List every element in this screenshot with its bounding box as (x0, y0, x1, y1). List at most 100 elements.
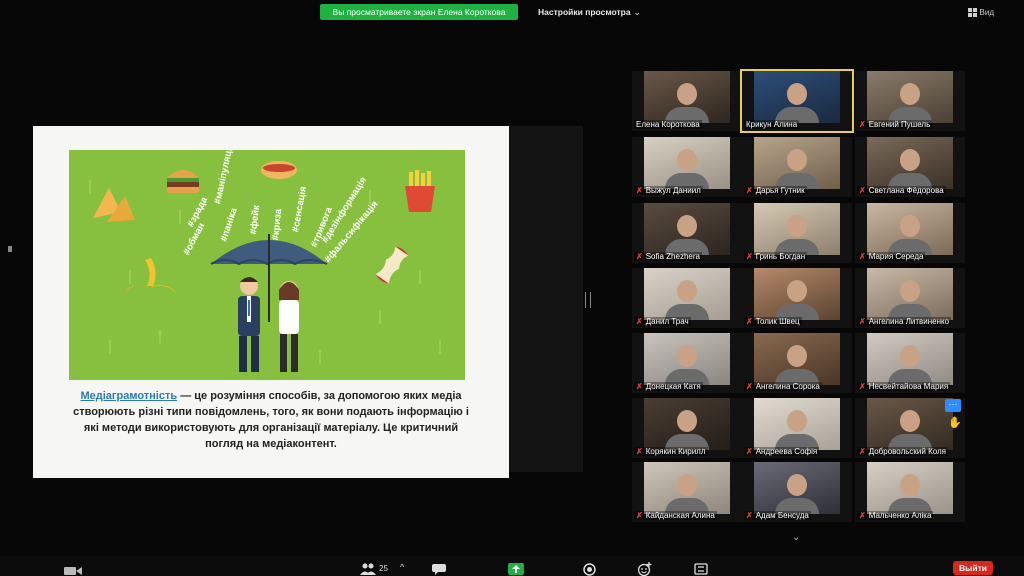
participant-video (867, 203, 953, 255)
participant-video (754, 462, 840, 514)
gallery-next-page-icon[interactable]: ⌄ (792, 532, 800, 543)
hashtag: #маніпуляція (212, 150, 236, 205)
participant-face (787, 345, 807, 367)
mic-muted-icon: ✗ (636, 186, 643, 195)
participant-face (677, 474, 697, 496)
participant-name: Толик Швец (755, 317, 800, 326)
participant-name: Sofia Zhezhera (645, 252, 700, 261)
participant-face (787, 215, 807, 237)
leave-meeting-button[interactable]: Выйти (953, 561, 993, 575)
participant-video (867, 137, 953, 189)
participant-face (900, 345, 920, 367)
participant-tile[interactable]: ✗ Адам Бенсуда (742, 462, 852, 522)
participant-name: Дарья Гутник (755, 186, 805, 195)
chevron-down-icon: ⌄ (633, 7, 641, 17)
participant-tile[interactable]: ✗ Мальченко Аліка (855, 462, 965, 522)
participant-name: Добровольский Коля (868, 447, 947, 456)
participant-tile[interactable]: ✗ Ангелина Литвиненко (855, 268, 965, 328)
participant-tile[interactable]: ✗ Толик Швец (742, 268, 852, 328)
participant-face (900, 280, 920, 302)
participant-face (787, 474, 807, 496)
screen-share-banner: Вы просматриваете экран Елена Короткова (320, 4, 518, 20)
more-icon[interactable] (694, 563, 708, 575)
participant-face (900, 149, 920, 171)
participant-video (754, 137, 840, 189)
participant-tile[interactable]: Елена Короткова (632, 71, 742, 131)
video-icon[interactable] (64, 566, 82, 576)
mic-muted-icon: ✗ (859, 120, 866, 129)
participant-tile[interactable]: ✗ Андреева Софія (742, 398, 852, 458)
mic-muted-icon: ✗ (859, 317, 866, 326)
raised-hand-icon: ✋ (948, 417, 962, 429)
participant-name: Кайданская Алина (645, 511, 715, 520)
participant-tile[interactable]: ✗ Гринь Богдан (742, 203, 852, 263)
participant-name-tag: ✗ Гринь Богдан (744, 252, 808, 261)
participant-name-tag: ✗ Адам Бенсуда (744, 511, 811, 520)
mic-muted-icon: ✗ (746, 252, 753, 261)
participant-name: Данил Трач (645, 317, 689, 326)
participant-name-tag: ✗ Ангелина Литвиненко (857, 317, 952, 326)
mouse-pointer-icon (8, 246, 12, 252)
participant-tile[interactable]: ✗ Дарья Гутник (742, 137, 852, 197)
presentation-slide: #обман #зрада #паніка #маніпуляція #фейк… (33, 126, 509, 478)
participant-name-tag: ✗ Мария Середа (857, 252, 926, 261)
chat-icon[interactable] (432, 564, 446, 575)
participant-name-tag: ✗ Выжул Даниил (634, 186, 703, 195)
participant-name: Корякин Кирилл (645, 447, 706, 456)
participant-name-tag: ✗ Андреева Софія (744, 447, 820, 456)
participant-tile[interactable]: ✗ Корякин Кирилл (632, 398, 742, 458)
participant-name: Ангелина Сорока (755, 382, 820, 391)
participant-video (867, 462, 953, 514)
participant-tile[interactable]: ✗ Мария Середа (855, 203, 965, 263)
share-screen-icon[interactable] (508, 563, 524, 575)
participant-tile[interactable]: ✗ Данил Трач (632, 268, 742, 328)
participant-tile[interactable]: ✗ Евгений Пушель (855, 71, 965, 131)
participant-face (677, 215, 697, 237)
participant-name: Несвейтайова Мария (868, 382, 949, 391)
participant-tile[interactable]: ✗ Выжул Даниил (632, 137, 742, 197)
participant-tile[interactable]: Крикун Алина (740, 69, 854, 133)
definition-term: Медіаграмотність (80, 390, 178, 402)
mic-muted-icon: ✗ (636, 447, 643, 456)
more-options-icon[interactable]: ··· (945, 399, 961, 412)
participant-face (787, 410, 807, 432)
participant-video (754, 398, 840, 450)
participant-name-tag: ✗ Донецкая Катя (634, 382, 703, 391)
participant-name-tag: ✗ Корякин Кирилл (634, 447, 708, 456)
participant-tile[interactable]: ✗ Донецкая Катя (632, 333, 742, 393)
participant-video (867, 268, 953, 320)
participant-tile[interactable]: ✗ Светлана Фёдорова (855, 137, 965, 197)
mic-muted-icon: ✗ (746, 382, 753, 391)
participant-name: Андреева Софія (755, 447, 818, 456)
participant-face (787, 280, 807, 302)
banana-peel-icon (125, 258, 177, 294)
participant-face (900, 410, 920, 432)
participant-name: Адам Бенсуда (755, 511, 809, 520)
split-view-handle[interactable] (585, 292, 591, 308)
participant-tile[interactable]: ✗ Sofia Zhezhera (632, 203, 742, 263)
participant-video (644, 398, 730, 450)
participant-video (867, 398, 953, 450)
record-icon[interactable] (583, 563, 596, 576)
participants-icon[interactable] (360, 563, 376, 575)
mic-muted-icon: ✗ (636, 511, 643, 520)
participant-video (644, 462, 730, 514)
participant-face (677, 149, 697, 171)
participant-video (754, 71, 840, 123)
participant-name: Гринь Богдан (755, 252, 806, 261)
participant-name: Евгений Пушель (868, 120, 931, 129)
mic-muted-icon: ✗ (636, 252, 643, 261)
fries-icon (405, 170, 435, 212)
participants-chevron-icon[interactable]: ^ (400, 562, 404, 572)
participant-tile[interactable]: ✗ Кайданская Алина (632, 462, 742, 522)
view-options-menu[interactable]: Настройки просмотра ⌄ (538, 4, 641, 20)
view-button[interactable]: Вид (967, 8, 994, 17)
participant-name-tag: ✗ Дарья Гутник (744, 186, 807, 195)
participant-name: Светлана Фёдорова (868, 186, 944, 195)
participant-face (900, 215, 920, 237)
participant-tile[interactable]: ✗ Ангелина Сорока (742, 333, 852, 393)
burger-icon (167, 170, 199, 193)
participant-tile[interactable]: ✗ Несвейтайова Мария (855, 333, 965, 393)
reactions-icon[interactable] (638, 562, 652, 576)
participant-name-tag: ✗ Добровольский Коля (857, 447, 949, 456)
